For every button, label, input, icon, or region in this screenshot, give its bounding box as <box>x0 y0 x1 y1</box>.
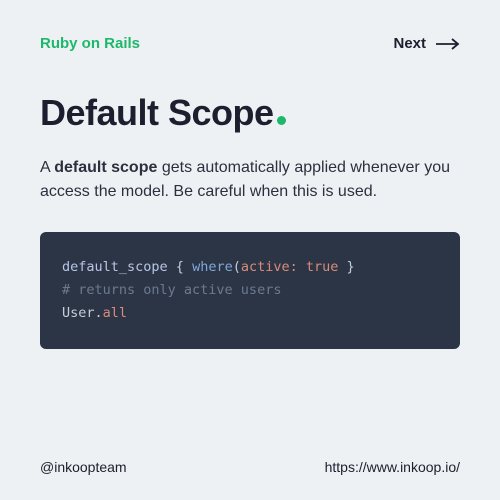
code-token <box>298 259 306 275</box>
code-token: # returns only active users <box>62 282 281 298</box>
arrow-right-icon <box>436 38 460 50</box>
code-line-3: # returns only active users <box>62 279 438 302</box>
header: Ruby on Rails Next <box>40 35 460 52</box>
code-token: default_scope <box>62 259 168 275</box>
next-label: Next <box>393 35 426 52</box>
code-token: . <box>95 305 103 321</box>
desc-bold: default scope <box>54 159 157 176</box>
code-token: all <box>103 305 127 321</box>
desc-prefix: A <box>40 159 54 176</box>
accent-dot-icon <box>277 116 286 125</box>
description: A default scope gets automatically appli… <box>40 156 460 204</box>
code-token: { <box>168 259 192 275</box>
code-token: active: <box>241 259 298 275</box>
website-url[interactable]: https://www.inkoop.io/ <box>325 459 460 475</box>
brand-label: Ruby on Rails <box>40 35 140 52</box>
code-token: where <box>192 259 233 275</box>
code-token: true <box>306 259 339 275</box>
code-token: ( <box>233 259 241 275</box>
code-block: default_scope { where(active: true } # r… <box>40 232 460 349</box>
title-row: Default Scope <box>40 92 460 134</box>
page-title: Default Scope <box>40 92 274 134</box>
code-token: } <box>338 259 354 275</box>
footer: @inkoopteam https://www.inkoop.io/ <box>40 459 460 475</box>
next-link[interactable]: Next <box>393 35 460 52</box>
code-line-4: User.all <box>62 302 438 325</box>
code-token: User <box>62 305 95 321</box>
code-line-1: default_scope { where(active: true } <box>62 256 438 279</box>
social-handle[interactable]: @inkoopteam <box>40 459 127 475</box>
